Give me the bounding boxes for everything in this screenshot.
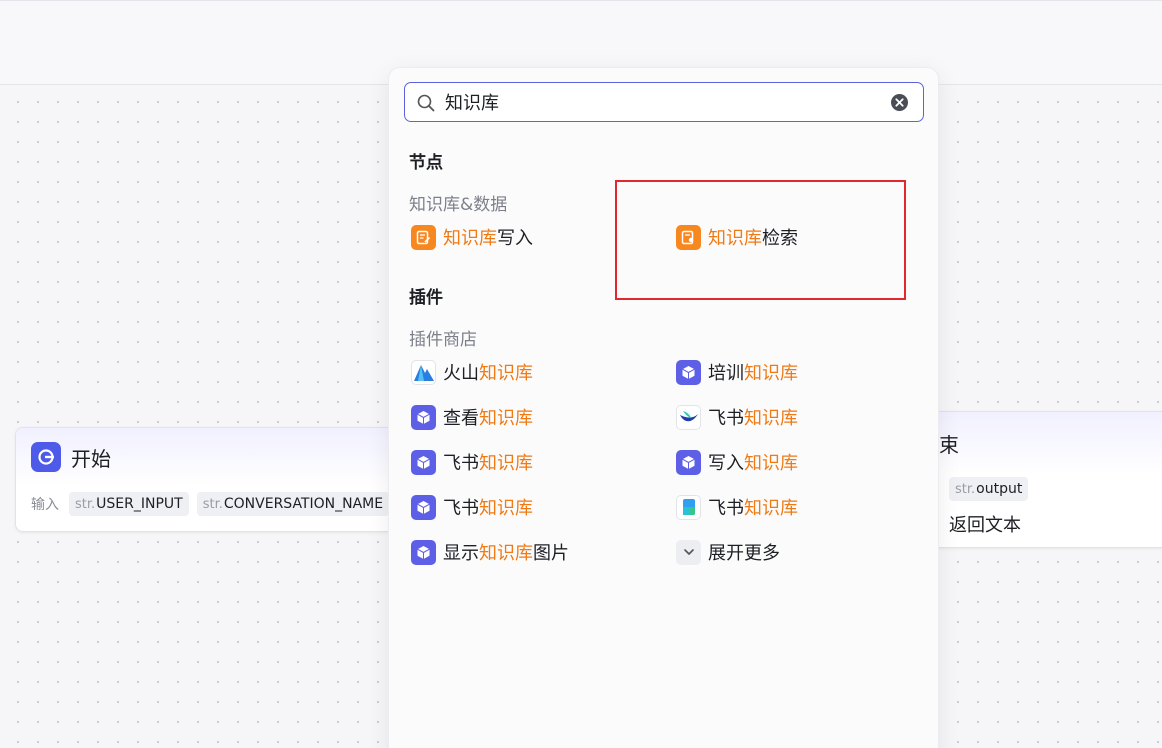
item-prefix: 飞书	[708, 498, 744, 519]
section-title-plugins: 插件	[409, 288, 443, 308]
item-suffix: 图片	[533, 543, 569, 564]
chevron-down-icon	[676, 539, 701, 565]
expand-more-label: 展开更多	[708, 543, 780, 564]
param-tag: str. CONVERSATION_NAME	[196, 492, 390, 516]
plugin-item[interactable]: 火山 知识库	[411, 358, 533, 386]
start-node[interactable]: 开始 输入 str. USER_INPUT str. CONVERSATION_NA…	[15, 427, 395, 532]
item-prefix: 飞书	[443, 498, 479, 519]
param-name: CONVERSATION_NAME	[223, 496, 384, 512]
clear-icon[interactable]	[890, 93, 909, 116]
item-highlight: 知识库	[479, 543, 533, 564]
item-highlight: 知识库	[479, 498, 533, 519]
item-highlight: 知识库	[744, 363, 798, 384]
doc-app-icon	[676, 494, 701, 520]
param-tag: str. USER_INPUT	[69, 492, 189, 516]
param-name: output	[976, 481, 1023, 497]
plugin-item[interactable]: 显示 知识库 图片	[411, 538, 569, 566]
feishu-icon	[676, 404, 701, 430]
item-highlight: 知识库	[443, 228, 497, 249]
plugin-item[interactable]: 飞书 知识库	[411, 448, 533, 476]
item-highlight: 知识库	[479, 453, 533, 474]
item-prefix: 写入	[708, 453, 744, 474]
item-highlight: 知识库	[744, 408, 798, 429]
cube-icon	[411, 539, 436, 565]
item-highlight: 知识库	[479, 363, 533, 384]
param-name: USER_INPUT	[96, 496, 183, 512]
search-box[interactable]	[404, 82, 924, 122]
item-prefix: 查看	[443, 408, 479, 429]
end-node-text: 返回文本	[949, 515, 1021, 536]
param-type: str.	[75, 496, 96, 512]
end-node-header: 束	[901, 412, 1162, 474]
output-param-tag: str. output	[949, 477, 1029, 501]
item-highlight: 知识库	[744, 498, 798, 519]
expand-more-button[interactable]: 展开更多	[676, 538, 780, 566]
end-node-title: 束	[939, 432, 959, 457]
annotation-highlight-box	[615, 180, 906, 300]
end-node[interactable]: 束 str. output 返回文本	[900, 411, 1162, 548]
plugin-item[interactable]: 写入 知识库	[676, 448, 798, 476]
cube-icon	[411, 494, 436, 520]
item-prefix: 火山	[443, 363, 479, 384]
node-item-knowledge-write[interactable]: 知识库 写入	[411, 223, 533, 251]
category-title-plugin-store: 插件商店	[409, 330, 477, 350]
param-type: str.	[955, 481, 976, 497]
cube-icon	[411, 404, 436, 430]
item-prefix: 飞书	[708, 408, 744, 429]
plugin-item[interactable]: 飞书 知识库	[676, 493, 798, 521]
knowledge-write-icon	[411, 224, 436, 250]
search-icon	[416, 93, 436, 117]
volcano-icon	[411, 359, 436, 385]
start-node-inputs: 输入 str. USER_INPUT str. CONVERSATION_NAME	[16, 492, 394, 516]
plugin-item[interactable]: 培训 知识库	[676, 358, 798, 386]
param-type: str.	[202, 496, 223, 512]
category-title-knowledge-data: 知识库&数据	[409, 195, 508, 215]
item-highlight: 知识库	[479, 408, 533, 429]
start-node-header: 开始	[16, 428, 394, 486]
plugin-item[interactable]: 飞书 知识库	[411, 493, 533, 521]
item-prefix: 飞书	[443, 453, 479, 474]
plugin-item[interactable]: 飞书 知识库	[676, 403, 798, 431]
section-title-nodes: 节点	[409, 153, 443, 173]
search-input[interactable]	[445, 89, 875, 115]
cube-icon	[411, 449, 436, 475]
start-icon	[31, 442, 61, 472]
cube-icon	[676, 359, 701, 385]
node-search-panel: 节点 知识库&数据 知识库写入 知识库检索 插件 插件商店 火山知识库 培训知识…	[388, 67, 939, 748]
item-prefix: 显示	[443, 543, 479, 564]
plugin-item[interactable]: 查看 知识库	[411, 403, 533, 431]
item-prefix: 培训	[708, 363, 744, 384]
item-highlight: 知识库	[744, 453, 798, 474]
start-node-title: 开始	[71, 446, 111, 471]
cube-icon	[676, 449, 701, 475]
input-label: 输入	[31, 497, 59, 513]
item-suffix: 写入	[497, 228, 533, 249]
